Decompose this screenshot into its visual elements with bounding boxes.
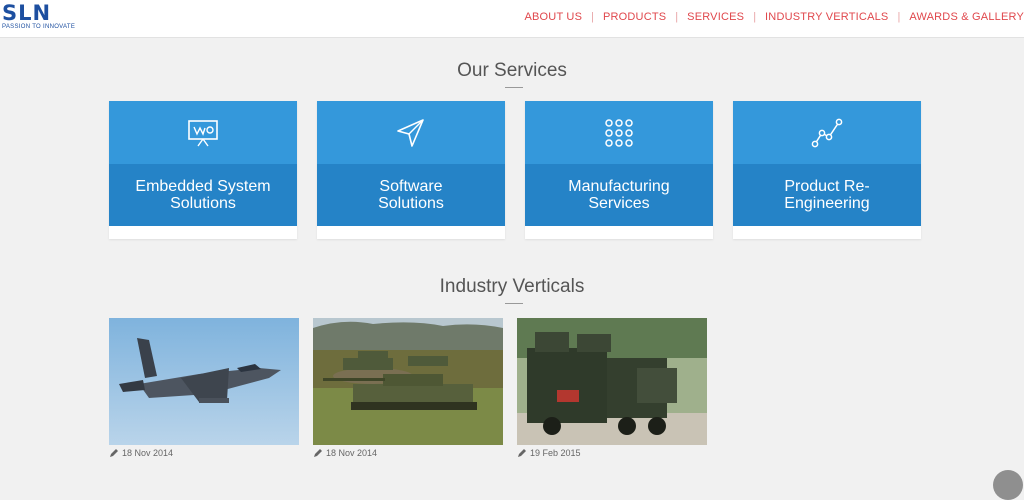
logo-tagline: PASSION TO INNOVATE — [2, 24, 76, 30]
dot-grid-icon — [605, 119, 633, 147]
card-icon-area — [317, 101, 505, 164]
card-label: Embedded System Solutions — [109, 164, 297, 226]
card-label-line2: Services — [588, 195, 650, 212]
post-date: 19 Feb 2015 — [517, 448, 581, 458]
nav-about-us[interactable]: ABOUT US — [524, 11, 582, 23]
post-date-text: 19 Feb 2015 — [530, 448, 581, 458]
nav-separator: | — [897, 11, 901, 23]
sln-logo[interactable]: SLN PASSION TO INNOVATE — [2, 1, 102, 31]
service-card-reengineering[interactable]: Product Re- Engineering — [733, 101, 921, 239]
paper-plane-icon — [397, 119, 424, 147]
nav-separator: | — [591, 11, 594, 23]
pencil-icon — [518, 449, 526, 457]
card-label: Manufacturing Services — [525, 164, 713, 226]
card-icon-area — [525, 101, 713, 164]
nav-products[interactable]: PRODUCTS — [603, 11, 666, 23]
main-nav: ABOUT US | PRODUCTS | SERVICES | INDUSTR… — [524, 11, 1024, 23]
nav-awards-gallery[interactable]: AWARDS & GALLERY — [909, 11, 1024, 23]
nav-industry-verticals[interactable]: INDUSTRY VERTICALS — [765, 11, 888, 23]
card-label-line1: Embedded System — [135, 178, 271, 195]
industry-title: Industry Verticals — [439, 276, 585, 297]
card-label-line1: Software — [379, 178, 443, 195]
nav-services[interactable]: SERVICES — [687, 11, 744, 23]
service-card-software[interactable]: Software Solutions — [317, 101, 505, 239]
service-card-manufacturing[interactable]: Manufacturing Services — [525, 101, 713, 239]
post-date-text: 18 Nov 2014 — [326, 448, 378, 458]
card-label: Product Re- Engineering — [733, 164, 921, 226]
logo-text: SLN — [2, 1, 52, 25]
pencil-icon — [314, 449, 322, 457]
card-label-line1: Manufacturing — [568, 178, 670, 195]
card-label-line2: Engineering — [784, 195, 870, 212]
card-label-line1: Product Re- — [784, 178, 870, 195]
card-label: Software Solutions — [317, 164, 505, 226]
post-date: 18 Nov 2014 — [313, 448, 377, 458]
top-navbar: SLN PASSION TO INNOVATE ABOUT US | PRODU… — [0, 0, 1024, 38]
post-date: 18 Nov 2014 — [109, 448, 173, 458]
battle-tanks-photo[interactable] — [313, 318, 503, 445]
services-title: Our Services — [457, 60, 567, 81]
nav-separator: | — [675, 11, 679, 23]
pencil-icon — [110, 449, 118, 457]
card-icon-area — [733, 101, 921, 164]
card-label-line2: Solutions — [170, 195, 236, 212]
scroll-to-top-button[interactable] — [993, 470, 1023, 500]
card-icon-area — [109, 101, 297, 164]
nav-separator: | — [753, 11, 757, 23]
military-trucks-photo[interactable] — [517, 318, 707, 445]
services-title-rule — [505, 87, 523, 88]
post-date-text: 18 Nov 2014 — [122, 448, 174, 458]
service-card-embedded[interactable]: Embedded System Solutions — [109, 101, 297, 239]
presentation-board-icon — [188, 120, 218, 147]
industry-title-rule — [505, 303, 523, 304]
line-graph-icon — [811, 118, 843, 148]
fighter-jet-photo[interactable] — [109, 318, 299, 445]
card-label-line2: Solutions — [378, 195, 444, 212]
